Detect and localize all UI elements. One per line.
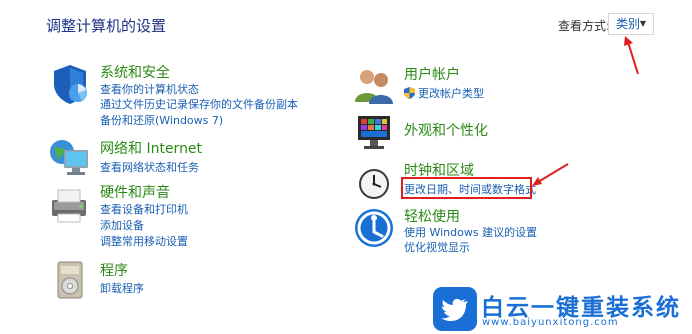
category-title-system-security[interactable]: 系统和安全: [100, 62, 170, 82]
category-system-security: 系统和安全 查看你的计算机状态 通过文件历史记录保存你的文件备份副本 备份和还原…: [48, 62, 328, 132]
network-icon: [50, 140, 88, 175]
link-uninstall-program[interactable]: 卸载程序: [100, 280, 144, 296]
link-change-account-type-label: 更改帐户类型: [418, 87, 484, 100]
twitter-bird-icon: [433, 287, 477, 331]
link-network-status[interactable]: 查看网络状态和任务: [100, 159, 199, 175]
category-title-ease-of-access[interactable]: 轻松使用: [404, 206, 460, 226]
view-by-label: 查看方式:: [558, 19, 611, 33]
chevron-down-icon: ▼: [639, 19, 646, 28]
category-title-user-accounts[interactable]: 用户帐户: [404, 64, 460, 84]
category-network-internet: 网络和 Internet 查看网络状态和任务: [48, 136, 328, 180]
category-hardware-sound: 硬件和声音 查看设备和打印机 添加设备 调整常用移动设置: [48, 182, 328, 252]
category-title-programs[interactable]: 程序: [100, 260, 128, 280]
link-devices-printers[interactable]: 查看设备和打印机: [100, 201, 188, 217]
printer-icon: [52, 189, 86, 223]
page-title: 调整计算机的设置: [46, 17, 167, 35]
appearance-icon: [358, 116, 390, 149]
annotation-arrow-highlight: [532, 163, 569, 186]
view-by-value: 类别: [616, 17, 641, 31]
category-title-network[interactable]: 网络和 Internet: [100, 138, 202, 158]
watermark-url: www.baiyunxitong.com: [482, 317, 619, 328]
link-optimize-visual-display[interactable]: 优化视觉显示: [404, 239, 470, 255]
watermark: 白云一键重装系统 www.baiyunxitong.com: [433, 287, 688, 331]
link-add-device[interactable]: 添加设备: [100, 217, 144, 233]
programs-icon: [57, 261, 83, 299]
category-title-hardware[interactable]: 硬件和声音: [100, 182, 170, 202]
link-backup-restore[interactable]: 备份和还原(Windows 7): [100, 112, 223, 128]
shield-icon: [54, 65, 87, 104]
clock-icon: [359, 169, 389, 199]
category-ease-of-access: 轻松使用 使用 Windows 建议的设置 优化视觉显示: [352, 206, 632, 256]
link-view-computer-status[interactable]: 查看你的计算机状态: [100, 81, 199, 97]
ease-of-access-icon: [355, 209, 393, 247]
link-file-history-backup[interactable]: 通过文件历史记录保存你的文件备份副本: [100, 96, 298, 112]
category-title-appearance[interactable]: 外观和个性化: [404, 120, 488, 140]
link-mobility-settings[interactable]: 调整常用移动设置: [100, 233, 188, 249]
link-windows-recommended-settings[interactable]: 使用 Windows 建议的设置: [404, 224, 537, 240]
category-programs: 程序 卸载程序: [48, 258, 328, 304]
category-appearance: 外观和个性化: [352, 110, 632, 154]
link-change-account-type[interactable]: 更改帐户类型: [404, 85, 484, 101]
users-icon: [355, 70, 393, 104]
category-user-accounts: 用户帐户 更改帐户类型: [352, 64, 632, 108]
view-by-dropdown[interactable]: 类别 ▼: [608, 13, 654, 35]
uac-shield-icon: [404, 87, 415, 99]
annotation-highlight-box: [401, 177, 532, 199]
